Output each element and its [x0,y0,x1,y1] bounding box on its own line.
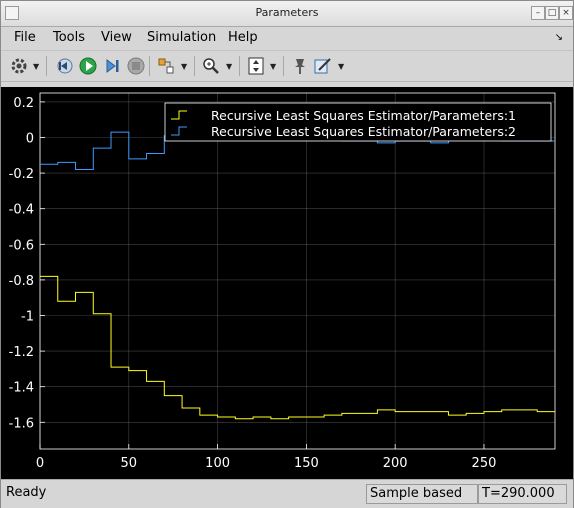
style-dropdown-icon[interactable]: ▼ [338,62,344,71]
series-1-line [40,275,555,420]
plot-area[interactable]: 0 50 100 150 200 250 0.2 0 -0.2 -0.4 -0.6 -0.8 -1 -1.… [1,87,573,479]
step-back-icon[interactable] [54,56,74,76]
x-tick-label: 0 [36,456,44,471]
y-tick-label: -1.6 [9,416,34,431]
toolbar-separator [149,56,150,76]
style-icon[interactable] [313,56,333,76]
menu-view[interactable]: View [101,30,132,45]
y-tick-label: -0.4 [9,203,34,218]
toolbar-separator [283,56,284,76]
scope-window: Parameters – □ × File Tools View Simulat… [0,0,574,508]
stop-icon[interactable] [126,56,146,76]
scope-axes[interactable]: 0 50 100 150 200 250 0.2 0 -0.2 -0.4 -0.6 -0.8 -1 -1.… [1,87,573,479]
zoom-dropdown-icon[interactable]: ▼ [226,62,232,71]
y-tick-label: -1 [21,310,34,325]
settings-icon[interactable] [9,56,29,76]
pin-icon[interactable] [290,56,310,76]
title-bar[interactable]: Parameters – □ × [1,1,573,27]
zoom-icon[interactable] [201,56,221,76]
y-tick-label: -0.8 [9,274,34,289]
status-time: T=290.000 [478,484,567,504]
status-bar: Ready Sample based T=290.000 [1,479,573,508]
y-tick-label: -1.4 [9,381,34,396]
menu-file[interactable]: File [14,30,36,45]
menu-simulation[interactable]: Simulation [147,30,216,45]
y-tick-label: -0.2 [9,167,34,182]
toolbar-separator [239,56,240,76]
toolbar: ▼ ▼ ▼ ▼ ▼ [1,50,573,82]
menu-dock-icon[interactable]: ↘ [555,32,563,43]
settings-dropdown-icon[interactable]: ▼ [33,62,39,71]
x-tick-label: 100 [205,456,230,471]
toolbar-separator [194,56,195,76]
menu-tools[interactable]: Tools [53,30,85,45]
close-button[interactable]: × [559,6,573,20]
highlight-dropdown-icon[interactable]: ▼ [181,62,187,71]
legend-series-2-label: Recursive Least Squares Estimator/Parame… [211,124,516,139]
x-tick-label: 150 [294,456,319,471]
y-tick-label: -0.6 [9,238,34,253]
menu-help[interactable]: Help [228,30,258,45]
legend-series-1-label: Recursive Least Squares Estimator/Parame… [211,108,516,123]
status-ready: Ready [6,485,47,500]
menu-bar: File Tools View Simulation Help ↘ [1,27,573,49]
highlight-icon[interactable] [156,56,176,76]
x-tick-label: 200 [383,456,408,471]
step-forward-icon[interactable] [102,56,122,76]
toolbar-separator [46,56,47,76]
y-tick-label: 0.2 [13,96,34,111]
x-tick-label: 50 [121,456,138,471]
autoscale-dropdown-icon[interactable]: ▼ [270,62,276,71]
x-tick-label: 250 [472,456,497,471]
run-icon[interactable] [78,56,98,76]
minimize-button[interactable]: – [531,6,545,20]
autoscale-icon[interactable] [246,56,266,76]
y-tick-label: 0 [26,132,34,147]
y-tick-label: -1.2 [9,345,34,360]
window-title: Parameters [255,6,319,19]
maximize-button[interactable]: □ [545,6,559,20]
axes-box [39,92,556,450]
status-sample-mode: Sample based [366,484,478,504]
